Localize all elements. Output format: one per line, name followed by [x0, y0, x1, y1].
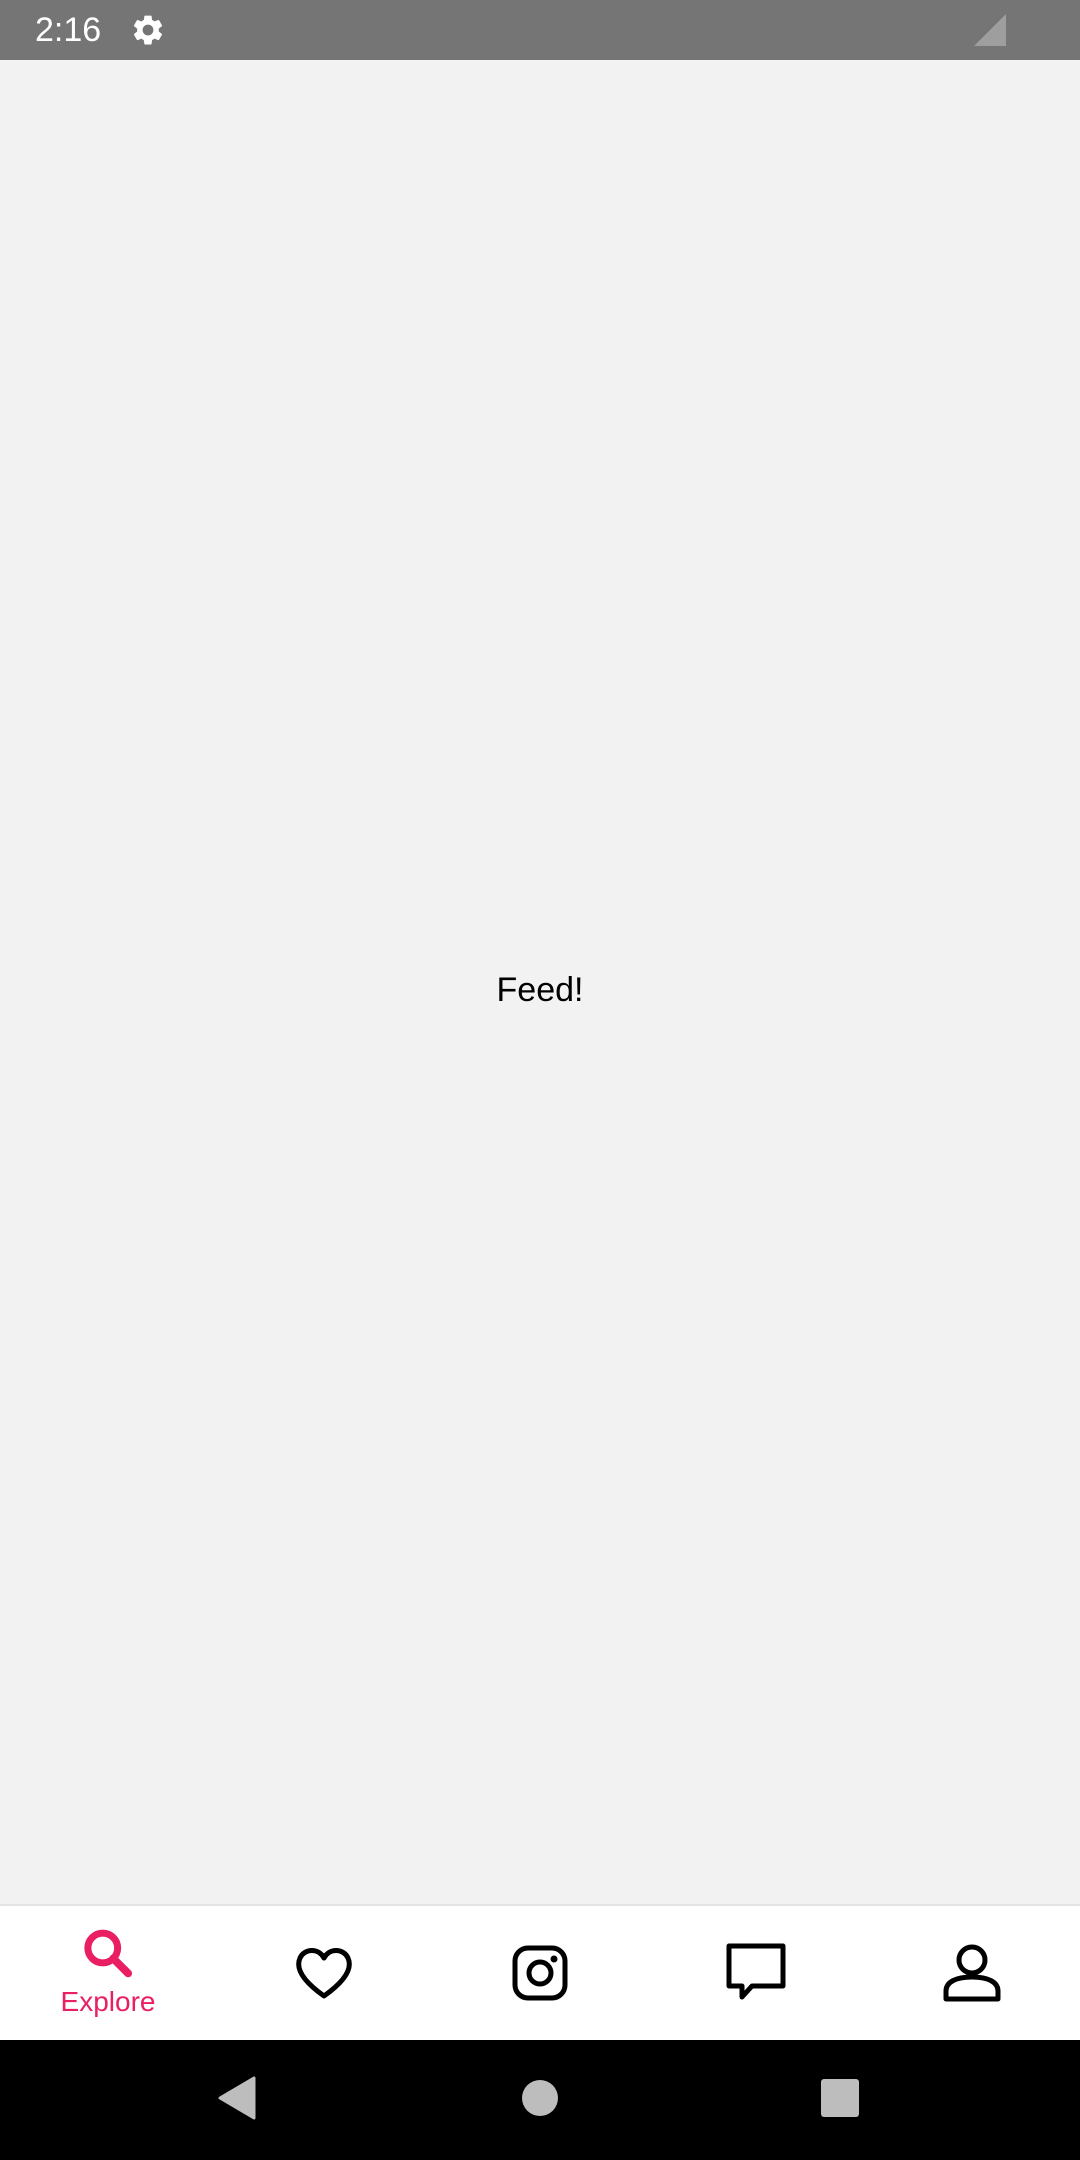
bottom-navigation: Explore: [0, 1904, 1080, 2040]
nav-tab-camera[interactable]: [432, 1906, 648, 2040]
status-time: 2:16: [35, 11, 102, 49]
system-navigation-bar: [0, 2040, 1080, 2160]
nav-tab-explore[interactable]: Explore: [0, 1906, 216, 2040]
system-recents-button[interactable]: [780, 2040, 900, 2160]
status-bar: 2:16: [0, 0, 1080, 60]
nav-tab-profile[interactable]: [864, 1906, 1080, 2040]
nav-tab-likes[interactable]: [216, 1906, 432, 2040]
chat-bubble-icon: [724, 1941, 788, 2005]
cell-signal-icon: [974, 14, 1006, 46]
back-triangle-icon: [218, 2076, 258, 2125]
search-icon: [76, 1927, 140, 1983]
recents-square-icon: [820, 2078, 860, 2123]
system-back-button[interactable]: [178, 2040, 298, 2160]
settings-gear-icon: [130, 12, 166, 48]
feed-screen: Feed!: [0, 60, 1080, 1904]
feed-placeholder-text: Feed!: [496, 971, 584, 1009]
heart-icon: [292, 1941, 356, 2005]
nav-tab-messages[interactable]: [648, 1906, 864, 2040]
person-icon: [940, 1941, 1004, 2005]
instagram-camera-icon: [508, 1941, 572, 2005]
home-circle-icon: [520, 2078, 560, 2123]
nav-tab-explore-label: Explore: [60, 1986, 156, 2017]
system-home-button[interactable]: [480, 2040, 600, 2160]
